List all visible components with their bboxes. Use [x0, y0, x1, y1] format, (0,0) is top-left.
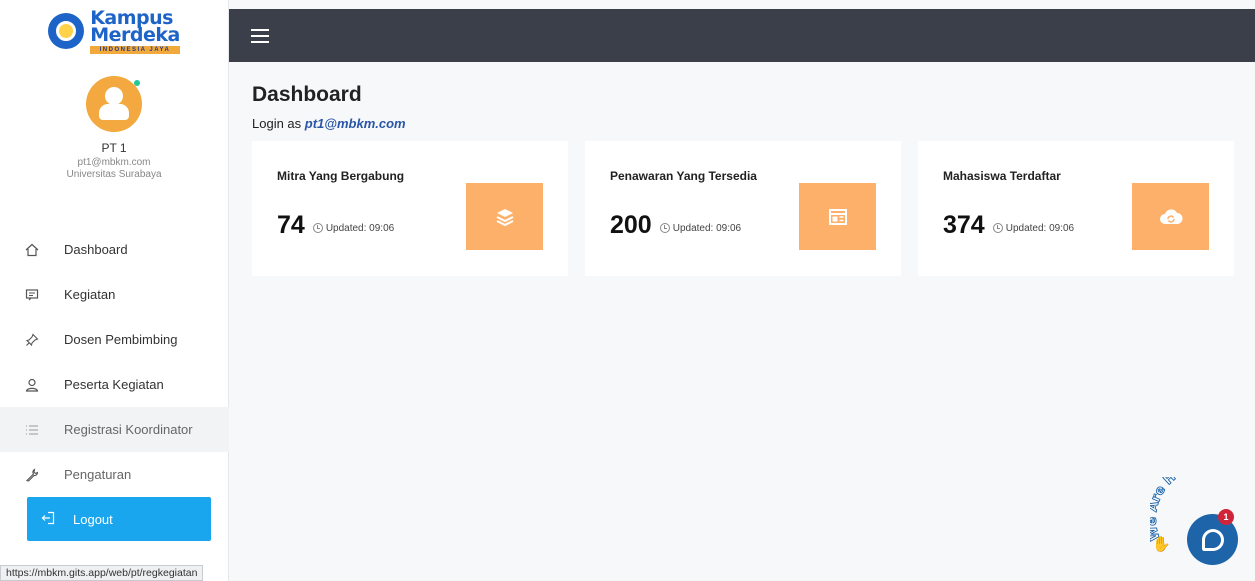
sidebar-item-dosen-pembimbing[interactable]: Dosen Pembimbing	[0, 317, 229, 362]
sidebar: Kampus Merdeka INDONESIA JAYA PT 1 pt1@m…	[0, 0, 229, 581]
sidebar-nav: Dashboard Kegiatan Dosen Pembimbing Pese…	[0, 227, 229, 497]
sidebar-item-label: Dashboard	[64, 242, 128, 257]
user-name: PT 1	[101, 141, 127, 155]
clock-icon	[312, 223, 323, 233]
logo-tagline: INDONESIA JAYA	[90, 45, 180, 54]
main-content: Dashboard Login as pt1@mbkm.com Mitra Ya…	[252, 62, 1242, 276]
logout-icon	[41, 511, 59, 528]
user-email: pt1@mbkm.com	[77, 157, 151, 168]
sidebar-item-label: Peserta Kegiatan	[64, 377, 164, 392]
stat-cards: Mitra Yang Bergabung 74 Updated: 09:06 P…	[252, 141, 1242, 276]
avatar[interactable]	[86, 76, 142, 132]
login-info: Login as pt1@mbkm.com	[252, 116, 1242, 131]
logo-word-merdeka: Merdeka	[90, 23, 180, 46]
sidebar-item-label: Kegiatan	[64, 287, 116, 302]
user-university: Universitas Surabaya	[66, 169, 162, 180]
card-updated: Updated: 09:06	[1005, 222, 1075, 234]
pin-icon	[20, 333, 44, 347]
waving-hand-icon: ✋	[1152, 536, 1171, 553]
sidebar-item-kegiatan[interactable]: Kegiatan	[0, 272, 229, 317]
card-value: 374	[943, 211, 985, 239]
sidebar-item-peserta-kegiatan[interactable]: Peserta Kegiatan	[0, 362, 229, 407]
card-value: 200	[610, 211, 652, 239]
sidebar-item-label: Registrasi Koordinator	[64, 422, 193, 437]
menu-toggle-icon[interactable]	[251, 28, 269, 43]
layers-icon	[466, 183, 543, 250]
chat-icon	[1201, 528, 1224, 551]
card-value: 74	[277, 211, 305, 239]
page-title: Dashboard	[252, 83, 362, 106]
user-icon	[20, 378, 44, 392]
card-updated: Updated: 09:06	[325, 222, 395, 234]
chat-notification-badge: 1	[1218, 509, 1234, 525]
link-status-bar: https://mbkm.gits.app/web/pt/regkegiatan	[0, 565, 204, 581]
login-prefix: Login as	[252, 116, 302, 131]
stat-card-mahasiswa[interactable]: Mahasiswa Terdaftar 374 Updated: 09:06	[918, 141, 1234, 276]
wrench-icon	[20, 467, 44, 482]
browser-icon	[799, 183, 876, 250]
login-email: pt1@mbkm.com	[304, 116, 406, 131]
kampus-merdeka-logo[interactable]: Kampus Merdeka INDONESIA JAYA	[0, 0, 228, 62]
online-status-dot	[134, 80, 140, 86]
card-title: Mahasiswa Terdaftar	[943, 169, 1061, 183]
cloud-sync-icon	[1132, 183, 1209, 250]
sidebar-item-dashboard[interactable]: Dashboard	[0, 227, 229, 272]
logout-button[interactable]: Logout	[27, 497, 211, 541]
clock-icon	[659, 223, 670, 233]
top-bar	[229, 9, 1255, 62]
card-updated: Updated: 09:06	[672, 222, 742, 234]
clock-icon	[992, 223, 1003, 233]
stat-card-penawaran[interactable]: Penawaran Yang Tersedia 200 Updated: 09:…	[585, 141, 901, 276]
stat-card-mitra[interactable]: Mitra Yang Bergabung 74 Updated: 09:06	[252, 141, 568, 276]
logout-label: Logout	[73, 511, 113, 527]
sidebar-item-pengaturan[interactable]: Pengaturan	[0, 452, 229, 497]
list-icon	[20, 423, 44, 437]
message-icon	[20, 288, 44, 302]
home-icon	[20, 243, 44, 257]
sidebar-item-label: Dosen Pembimbing	[64, 332, 178, 347]
sidebar-item-registrasi-koordinator[interactable]: Registrasi Koordinator	[0, 407, 229, 452]
tut-wuri-emblem-icon	[48, 13, 85, 49]
sidebar-item-label: Pengaturan	[64, 467, 132, 482]
card-title: Penawaran Yang Tersedia	[610, 169, 757, 183]
card-title: Mitra Yang Bergabung	[277, 169, 405, 183]
